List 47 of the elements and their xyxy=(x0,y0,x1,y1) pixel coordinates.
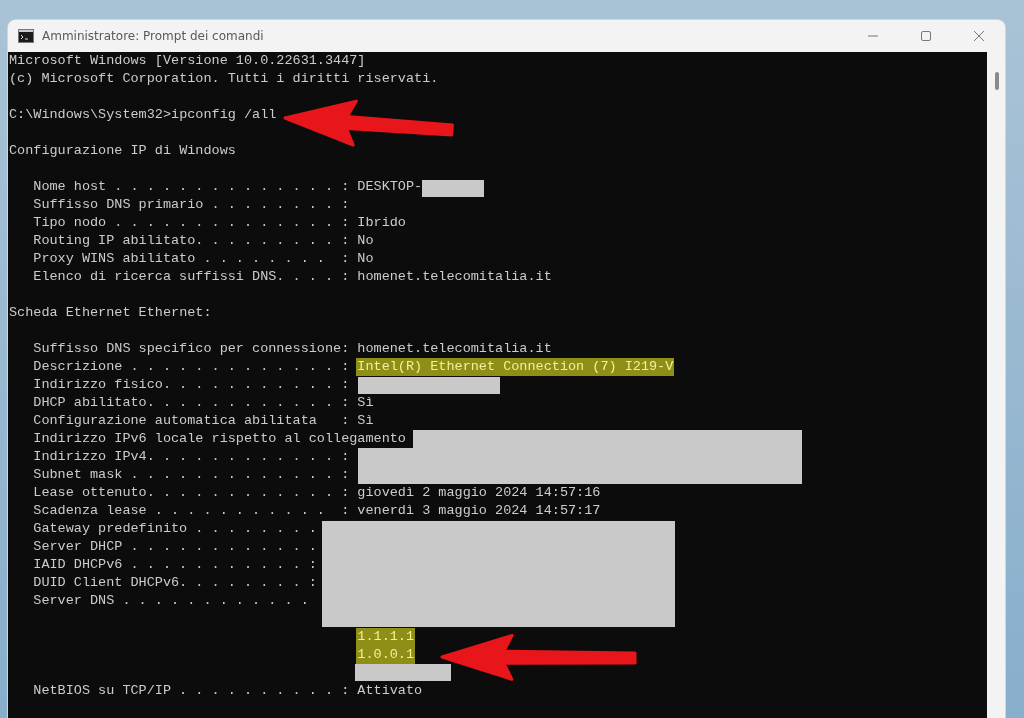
field-label: Scadenza lease . . . . . . . . . . . : xyxy=(33,502,351,520)
field-label: Indirizzo IPv6 locale rispetto al collegamento xyxy=(33,430,406,448)
field-label: IAID DHCPv6 . . . . . . . . . . . : xyxy=(33,556,318,574)
console-text: Scheda Ethernet Ethernet: xyxy=(9,304,212,322)
field-label: Server DNS . . . . . . . . . . . . xyxy=(33,592,310,610)
field-label: Routing IP abilitato. . . . . . . . . : xyxy=(33,232,351,250)
console-text: (c) Microsoft Corporation. Tutti i diritti riservati. xyxy=(9,70,439,88)
field-label: Indirizzo fisico. . . . . . . . . . . : xyxy=(33,376,351,394)
field-label: Suffisso DNS specifico per connessione: xyxy=(33,340,351,358)
field-label: Server DHCP . . . . . . . . . . . . xyxy=(33,538,318,556)
window-title: Amministratore: Prompt dei comandi xyxy=(42,29,265,43)
field-label: Subnet mask . . . . . . . . . . . . . : xyxy=(33,466,351,484)
field-label: DHCP abilitato. . . . . . . . . . . . : xyxy=(33,394,351,412)
console-icon xyxy=(18,29,34,43)
field-value: No xyxy=(357,250,374,268)
field-label: Proxy WINS abilitato . . . . . . . . : xyxy=(33,250,351,268)
field-label: Descrizione . . . . . . . . . . . . . : xyxy=(33,358,351,376)
field-value: giovedì 2 maggio 2024 14:57:16 xyxy=(357,484,601,502)
field-value: Ibrido xyxy=(357,214,406,232)
field-value: 1.0.0.1 xyxy=(356,646,416,664)
field-value: homenet.telecomitalia.it xyxy=(357,340,552,358)
field-label: Tipo nodo . . . . . . . . . . . . . . : xyxy=(33,214,351,232)
field-label: Elenco di ricerca suffissi DNS. . . . : xyxy=(33,268,351,286)
field-label: NetBIOS su TCP/IP . . . . . . . . . . : xyxy=(33,682,351,700)
redaction-block xyxy=(422,180,484,197)
field-label: Configurazione automatica abilitata : xyxy=(33,412,351,430)
field-value: venerdì 3 maggio 2024 14:57:17 xyxy=(357,502,601,520)
scrollbar-thumb[interactable] xyxy=(995,72,999,90)
field-value: Attivato xyxy=(357,682,423,700)
field-label: DUID Client DHCPv6. . . . . . . . : xyxy=(33,574,318,592)
field-value: homenet.telecomitalia.it xyxy=(357,268,552,286)
close-icon xyxy=(972,30,985,42)
field-label: Gateway predefinito . . . . . . . . xyxy=(33,520,318,538)
field-value: Sì xyxy=(357,412,374,430)
field-label: Indirizzo IPv4. . . . . . . . . . . . : xyxy=(33,448,351,466)
field-value: Intel(R) Ethernet Connection (7) I219-V xyxy=(356,358,675,376)
field-label: Suffisso DNS primario . . . . . . . . : xyxy=(33,196,351,214)
field-value: 1.1.1.1 xyxy=(356,628,416,646)
field-label: Nome host . . . . . . . . . . . . . . : xyxy=(33,178,351,196)
console-text: Microsoft Windows [Versione 10.0.22631.3447] xyxy=(9,52,366,70)
field-label: Lease ottenuto. . . . . . . . . . . . : xyxy=(33,484,351,502)
field-value: Sì xyxy=(357,394,374,412)
console-text: Configurazione IP di Windows xyxy=(9,142,236,160)
field-value: No xyxy=(357,232,374,250)
console-text: C:\Windows\System32>ipconfig /all xyxy=(9,106,277,124)
maximize-icon xyxy=(919,30,932,42)
field-value: DESKTOP- xyxy=(357,178,423,196)
